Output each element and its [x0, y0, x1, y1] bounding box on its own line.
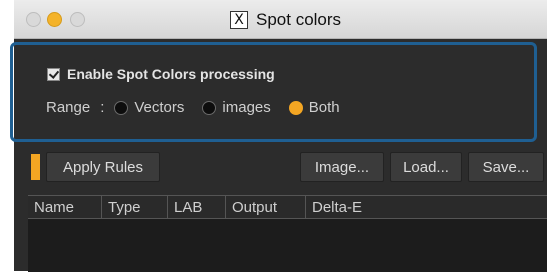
- image-button[interactable]: Image...: [300, 152, 384, 182]
- close-window-button[interactable]: [26, 12, 41, 27]
- enable-spot-colors-row[interactable]: Enable Spot Colors processing: [47, 66, 275, 82]
- window-title: X Spot colors: [230, 9, 341, 31]
- apply-rules-button[interactable]: Apply Rules: [46, 152, 160, 182]
- minimize-window-button[interactable]: [47, 12, 62, 27]
- zoom-window-button[interactable]: [70, 12, 85, 27]
- enable-spot-colors-label: Enable Spot Colors processing: [67, 66, 275, 82]
- status-accent-bar: [31, 154, 40, 180]
- radio-images-dot[interactable]: [202, 100, 217, 115]
- radio-vectors-dot[interactable]: [114, 100, 129, 115]
- radio-both-dot[interactable]: [288, 100, 303, 115]
- spot-colors-table[interactable]: Name Type LAB Output Delta-E: [28, 195, 547, 272]
- x-window-icon: X: [230, 11, 248, 29]
- column-header-delta-e[interactable]: Delta-E: [306, 196, 547, 218]
- range-selector: Range : Vectors images Both: [46, 99, 358, 116]
- load-button[interactable]: Load...: [390, 152, 462, 182]
- range-radio-vectors[interactable]: Vectors: [114, 99, 184, 116]
- save-button[interactable]: Save...: [468, 152, 544, 182]
- range-label: Range: [46, 99, 91, 116]
- enable-spot-colors-checkbox[interactable]: [47, 67, 60, 81]
- range-radio-both[interactable]: Both: [288, 99, 340, 116]
- range-colon: :: [100, 99, 105, 116]
- highlight-frame: [10, 42, 537, 142]
- column-header-name[interactable]: Name: [28, 196, 102, 218]
- window-titlebar: X Spot colors: [14, 0, 547, 39]
- range-option-images: images: [222, 99, 271, 116]
- range-option-both: Both: [308, 99, 340, 116]
- range-option-vectors: Vectors: [134, 99, 185, 116]
- column-header-type[interactable]: Type: [102, 196, 168, 218]
- table-header: Name Type LAB Output Delta-E: [28, 196, 547, 219]
- range-radio-images[interactable]: images: [202, 99, 271, 116]
- column-header-lab[interactable]: LAB: [168, 196, 226, 218]
- window-title-text: Spot colors: [256, 10, 342, 29]
- column-header-output[interactable]: Output: [226, 196, 306, 218]
- rules-toolbar: Apply Rules Image... Load... Save...: [14, 150, 547, 184]
